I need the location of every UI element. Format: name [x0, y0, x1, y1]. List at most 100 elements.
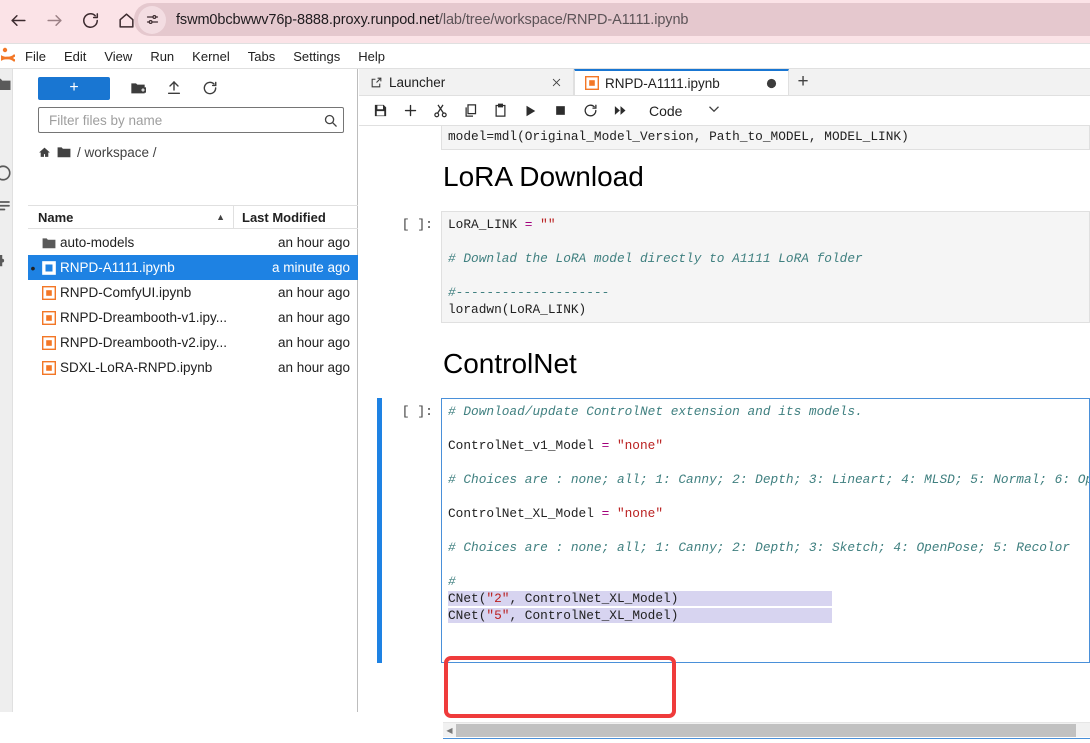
- page-title: LoRA Download: [443, 161, 644, 192]
- sort-ascending-icon[interactable]: ▲: [216, 212, 225, 222]
- horizontal-scrollbar[interactable]: ◀: [443, 722, 1090, 737]
- running-terminals-icon[interactable]: [0, 163, 13, 183]
- address-bar-text: fswm0bcbwwv76p-8888.proxy.runpod.net/lab…: [176, 12, 688, 28]
- cut-icon[interactable]: [427, 98, 453, 124]
- file-list: auto-models an hour ago • RNPD-A1111.ipy…: [28, 230, 358, 380]
- paste-icon[interactable]: [487, 98, 513, 124]
- url-path: /lab/tree/workspace/RNPD-A1111.ipynb: [438, 11, 689, 28]
- notebook-cell-markdown[interactable]: LoRA Download: [359, 150, 1090, 198]
- file-browser-panel: + / workspace /: [14, 69, 358, 712]
- menu-item-kernel[interactable]: Kernel: [183, 44, 239, 69]
- scrollbar-thumb[interactable]: [456, 724, 1076, 737]
- activity-bar: [0, 69, 13, 712]
- list-item-modified: an hour ago: [277, 235, 350, 250]
- code-token: ControlNet_v1_Model: [448, 438, 602, 454]
- insert-cell-icon[interactable]: [397, 98, 423, 124]
- file-browser-icon[interactable]: [0, 74, 13, 94]
- list-item-label: RNPD-Dreambooth-v1.ipy...: [60, 310, 228, 325]
- list-item-label: auto-models: [60, 235, 135, 250]
- notebook-scroller[interactable]: model=mdl(Original_Model_Version, Path_t…: [359, 126, 1090, 712]
- scroll-left-arrow-icon[interactable]: ◀: [443, 726, 456, 735]
- code-token-selected: "2": [486, 591, 510, 607]
- list-item-modified: an hour ago: [277, 310, 350, 325]
- code-token: =: [601, 506, 617, 522]
- new-folder-icon[interactable]: [124, 76, 152, 100]
- extension-manager-icon[interactable]: [0, 251, 13, 271]
- copy-icon[interactable]: [457, 98, 483, 124]
- list-item[interactable]: • RNPD-A1111.ipynb a minute ago: [28, 255, 358, 280]
- list-item-modified: an hour ago: [277, 285, 350, 300]
- folder-icon[interactable]: [57, 146, 71, 158]
- tab-launcher[interactable]: Launcher: [359, 69, 574, 95]
- breadcrumb-path[interactable]: / workspace /: [77, 145, 157, 160]
- code-token: #--------------------: [448, 284, 610, 300]
- site-settings-icon[interactable]: [138, 5, 166, 34]
- code-token: LoRA_LINK: [448, 216, 525, 232]
- forward-arrow-icon[interactable]: [36, 2, 72, 38]
- search-input[interactable]: [39, 111, 317, 129]
- cell-type-value: Code: [649, 102, 683, 119]
- back-arrow-icon[interactable]: [0, 2, 36, 38]
- restart-and-run-all-icon[interactable]: [607, 98, 633, 124]
- close-icon[interactable]: [547, 77, 565, 88]
- menu-item-tabs[interactable]: Tabs: [239, 44, 284, 69]
- cell-type-dropdown[interactable]: Code: [649, 103, 720, 119]
- jupyterlab-shell: File Edit View Run Kernel Tabs Settings …: [0, 43, 1090, 739]
- tab-rnpd-a1111-notebook[interactable]: RNPD-A1111.ipynb: [574, 69, 789, 95]
- notebook-toolbar: Code: [359, 96, 1090, 126]
- code-token-selected: CNet(: [448, 591, 487, 607]
- launcher-icon: [367, 76, 385, 89]
- cell-editor[interactable]: model=mdl(Original_Model_Version, Path_t…: [441, 126, 1090, 150]
- list-item[interactable]: RNPD-ComfyUI.ipynb an hour ago: [28, 280, 358, 305]
- list-item-modified: an hour ago: [277, 360, 350, 375]
- reload-icon[interactable]: [72, 2, 108, 38]
- upload-icon[interactable]: [160, 76, 188, 100]
- list-item-modified: a minute ago: [271, 260, 350, 275]
- browser-nav-buttons: [0, 0, 144, 40]
- column-header-last-modified[interactable]: Last Modified: [233, 206, 358, 228]
- column-header-name[interactable]: Name ▲: [28, 210, 233, 225]
- cell-editor[interactable]: LoRA_LINK = "" # Downlad the LoRA model …: [441, 210, 1090, 323]
- file-browser-toolbar: +: [14, 69, 358, 107]
- menu-item-edit[interactable]: Edit: [55, 44, 95, 69]
- save-icon[interactable]: [367, 98, 393, 124]
- run-icon[interactable]: [517, 98, 543, 124]
- list-item[interactable]: SDXL-LoRA-RNPD.ipynb an hour ago: [28, 355, 358, 380]
- markdown-body: ControlNet: [441, 337, 1090, 385]
- unsaved-dot-icon[interactable]: [762, 78, 780, 89]
- address-bar[interactable]: fswm0bcbwwv76p-8888.proxy.runpod.net/lab…: [134, 3, 1090, 36]
- chevron-down-icon[interactable]: [708, 105, 720, 116]
- dock-tab-bar: Launcher RNPD-A1111.ipynb +: [359, 69, 1090, 96]
- notebook-cell[interactable]: model=mdl(Original_Model_Version, Path_t…: [359, 126, 1090, 150]
- refresh-icon[interactable]: [196, 76, 224, 100]
- menu-item-help[interactable]: Help: [349, 44, 394, 69]
- cell-editor[interactable]: # Download/update ControlNet extension a…: [441, 398, 1090, 664]
- notebook-cell-markdown[interactable]: ControlNet: [359, 337, 1090, 385]
- breadcrumb[interactable]: / workspace /: [38, 141, 358, 163]
- list-item[interactable]: RNPD-Dreambooth-v2.ipy... an hour ago: [28, 330, 358, 355]
- list-item[interactable]: auto-models an hour ago: [28, 230, 358, 255]
- menu-item-file[interactable]: File: [16, 44, 55, 69]
- restart-kernel-icon[interactable]: [577, 98, 603, 124]
- command-palette-icon[interactable]: [0, 195, 13, 215]
- tab-launcher-label: Launcher: [389, 74, 446, 90]
- menu-item-run[interactable]: Run: [141, 44, 183, 69]
- menu-item-view[interactable]: View: [95, 44, 141, 69]
- new-launcher-button[interactable]: +: [38, 76, 110, 100]
- main-dock-area: Launcher RNPD-A1111.ipynb + Code model=m…: [359, 69, 1090, 712]
- code-token: loradwn(LoRA_LINK): [448, 301, 587, 317]
- code-token-selected: "5": [486, 608, 510, 624]
- interrupt-icon[interactable]: [547, 98, 573, 124]
- menu-item-settings[interactable]: Settings: [284, 44, 349, 69]
- notebook-cell-active[interactable]: [ ]: # Download/update ControlNet extens…: [359, 398, 1090, 664]
- selection-pad: [678, 608, 832, 623]
- column-header-name-label: Name: [38, 209, 74, 225]
- add-tab-button[interactable]: +: [789, 69, 817, 95]
- home-icon[interactable]: [38, 146, 51, 159]
- file-filter-box[interactable]: [38, 107, 344, 133]
- list-item[interactable]: RNPD-Dreambooth-v1.ipy... an hour ago: [28, 305, 358, 330]
- notebook-cell[interactable]: [ ]: LoRA_LINK = "" # Downlad the LoRA m…: [359, 210, 1090, 323]
